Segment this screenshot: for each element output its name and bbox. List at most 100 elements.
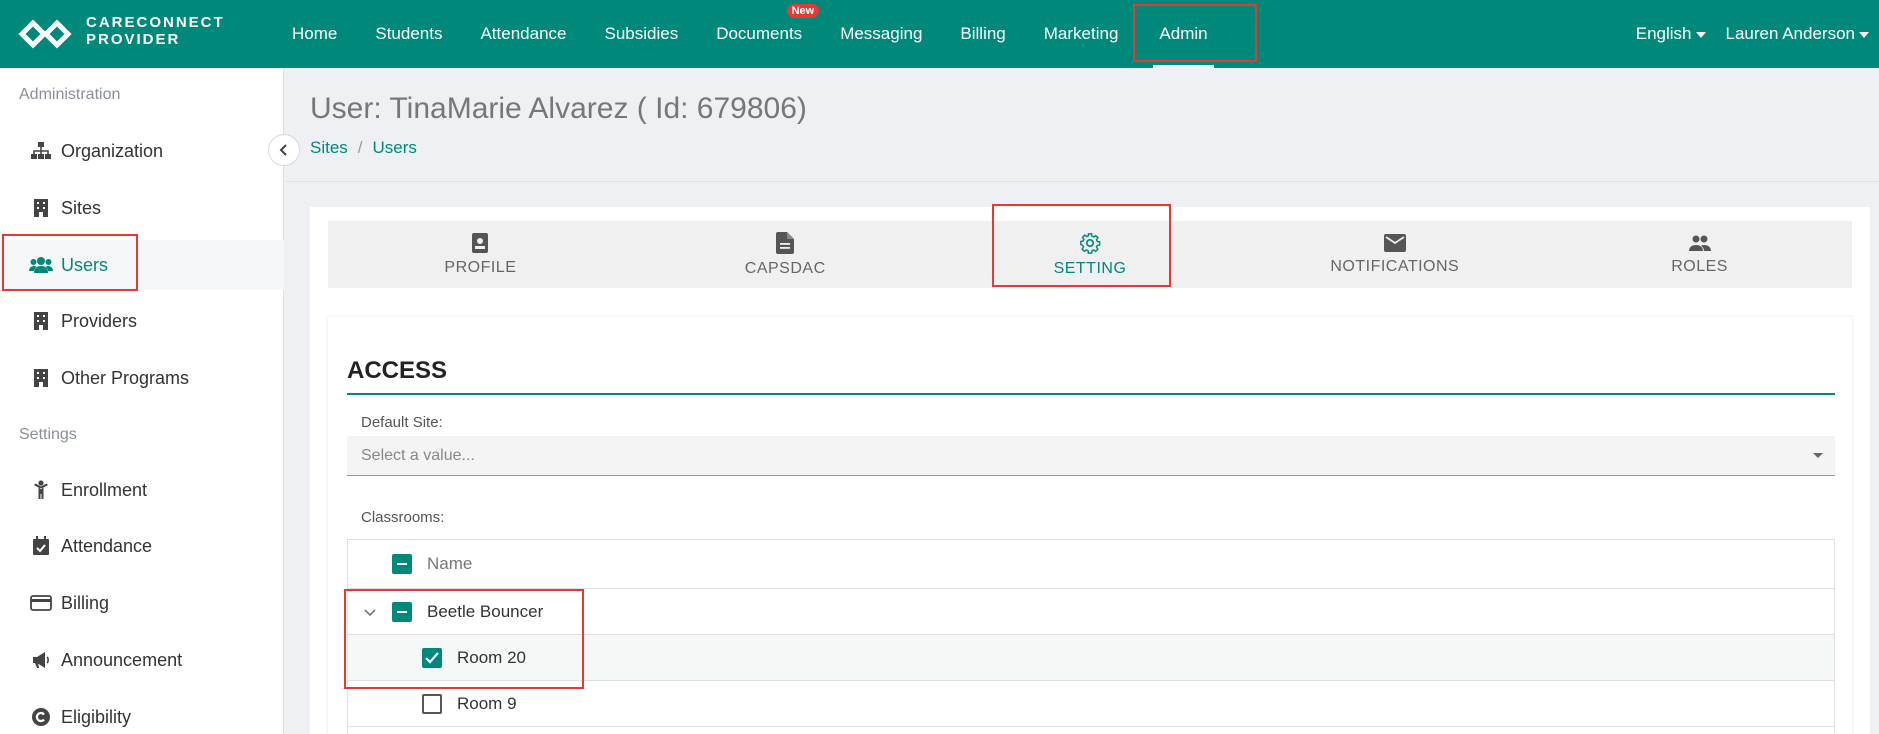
nav-admin[interactable]: Admin — [1137, 0, 1229, 68]
sidebar-item-sites[interactable]: Sites — [0, 183, 284, 233]
language-dropdown[interactable]: English — [1626, 24, 1716, 44]
envelope-icon — [1383, 233, 1406, 252]
building-icon — [29, 367, 53, 389]
tab-setting[interactable]: SETTING — [938, 221, 1243, 288]
careconnect-logo-icon — [18, 19, 72, 49]
sidebar-item-billing[interactable]: Billing — [0, 578, 284, 628]
sidebar-item-label: Organization — [61, 140, 164, 161]
tab-roles[interactable]: ROLES — [1547, 221, 1852, 288]
nav-students-label: Students — [375, 24, 443, 43]
sidebar-item-users[interactable]: Users — [0, 240, 284, 290]
building-icon — [29, 310, 53, 332]
tab-label: PROFILE — [444, 258, 517, 276]
brand-line-1: CARECONNECT — [86, 14, 225, 31]
select-all-checkbox[interactable] — [392, 554, 412, 574]
expand-toggle[interactable] — [364, 602, 376, 622]
nav-subsidies[interactable]: Subsidies — [585, 0, 697, 68]
sidebar-item-label: Eligibility — [61, 706, 132, 727]
user-menu-dropdown[interactable]: Lauren Anderson — [1716, 24, 1879, 44]
tree-header-row: Name — [348, 540, 1834, 589]
nav-documents-label: Documents — [716, 24, 803, 43]
sitemap-icon — [29, 140, 53, 162]
caret-down-icon — [1813, 453, 1823, 458]
tree-child-checkbox[interactable] — [422, 647, 442, 668]
sidebar-item-enrollment[interactable]: Enrollment — [0, 465, 284, 515]
sidebar-item-other-programs[interactable]: Other Programs — [0, 353, 284, 403]
default-site-label: Default Site: — [361, 414, 443, 431]
sidebar-item-announcement[interactable]: Announcement — [0, 635, 284, 685]
sidebar-item-label: Providers — [61, 310, 138, 331]
tree-header-name: Name — [427, 554, 473, 573]
classrooms-label: Classrooms: — [361, 509, 445, 526]
sidebar-section-settings: Settings — [19, 426, 77, 443]
tree-child-label: Room 9 — [457, 693, 517, 713]
sidebar-item-label: Sites — [61, 197, 102, 218]
building-icon — [29, 197, 53, 219]
brand-line-2: PROVIDER — [86, 31, 181, 48]
nav-billing[interactable]: Billing — [941, 0, 1024, 68]
nav-home[interactable]: Home — [273, 0, 356, 68]
nav-documents[interactable]: Documents New — [697, 0, 821, 68]
default-site-select[interactable]: Select a value... — [347, 436, 1835, 476]
copyright-icon — [29, 706, 53, 728]
gear-icon — [1080, 232, 1101, 254]
minus-icon — [397, 563, 407, 565]
sidebar-item-attendance[interactable]: Attendance — [0, 521, 284, 571]
header-divider — [286, 181, 1879, 182]
chevron-down-icon — [364, 608, 376, 616]
nav-attendance[interactable]: Attendance — [461, 0, 585, 68]
breadcrumb-sites[interactable]: Sites — [310, 138, 348, 157]
classrooms-tree: Name Beetle Bouncer Room 20 Room 9 — [347, 539, 1835, 734]
sidebar-item-label: Attendance — [61, 535, 153, 556]
tree-child-label: Room 20 — [457, 647, 526, 667]
language-label: English — [1635, 24, 1692, 43]
sidebar-item-providers[interactable]: Providers — [0, 296, 284, 346]
nav-messaging-label: Messaging — [840, 24, 923, 43]
tree-group-checkbox[interactable] — [392, 601, 412, 622]
minus-icon — [397, 610, 407, 613]
new-badge: New — [786, 4, 820, 18]
breadcrumb-separator: / — [357, 138, 363, 157]
tab-profile[interactable]: PROFILE — [328, 221, 633, 288]
access-heading: ACCESS — [347, 357, 448, 384]
tree-group-label: Beetle Bouncer — [427, 601, 544, 621]
tree-row-child: Room 20 — [348, 635, 1834, 681]
tree-row-child: Room 9 — [348, 681, 1834, 727]
main-nav: Home Students Attendance Subsidies Docum… — [273, 0, 1230, 68]
tab-label: SETTING — [1053, 259, 1127, 277]
people-icon — [1688, 235, 1711, 251]
breadcrumb-users[interactable]: Users — [373, 138, 417, 157]
page-title: User: TinaMarie Alvarez ( Id: 679806) — [310, 92, 807, 125]
sidebar-item-label: Billing — [61, 592, 110, 613]
child-icon — [29, 479, 53, 501]
chevron-left-icon — [279, 144, 287, 156]
sidebar-item-label: Announcement — [61, 649, 183, 670]
tab-capsdac[interactable]: CAPSDAC — [633, 221, 938, 288]
user-name: Lauren Anderson — [1725, 24, 1856, 43]
sidebar-item-eligibility[interactable]: Eligibility — [0, 692, 284, 734]
document-icon — [776, 231, 795, 254]
id-badge-icon — [472, 232, 489, 253]
brand-logo[interactable]: CARECONNECT PROVIDER — [16, 14, 226, 54]
caret-down-icon — [1859, 31, 1869, 38]
nav-messaging[interactable]: Messaging — [821, 0, 941, 68]
top-navbar: CARECONNECT PROVIDER Home Students Atten… — [0, 0, 1879, 68]
nav-admin-label: Admin — [1159, 24, 1208, 43]
sidebar-collapse-button[interactable] — [268, 134, 300, 166]
checkmark-icon — [425, 651, 439, 664]
nav-students[interactable]: Students — [356, 0, 461, 68]
sidebar-item-label: Other Programs — [61, 367, 190, 388]
tree-child-checkbox[interactable] — [422, 693, 442, 714]
credit-card-icon — [29, 592, 53, 614]
breadcrumb: Sites / Users — [310, 138, 417, 158]
tab-notifications[interactable]: NOTIFICATIONS — [1242, 221, 1547, 288]
megaphone-icon — [29, 649, 53, 671]
tree-row-group: Beetle Bouncer — [348, 589, 1834, 635]
tab-label: CAPSDAC — [744, 259, 826, 277]
nav-marketing[interactable]: Marketing — [1025, 0, 1138, 68]
sidebar-item-label: Users — [61, 254, 109, 275]
calendar-check-icon — [29, 535, 53, 557]
users-icon — [29, 254, 53, 276]
sidebar-item-organization[interactable]: Organization — [0, 126, 284, 176]
nav-attendance-label: Attendance — [480, 24, 567, 43]
